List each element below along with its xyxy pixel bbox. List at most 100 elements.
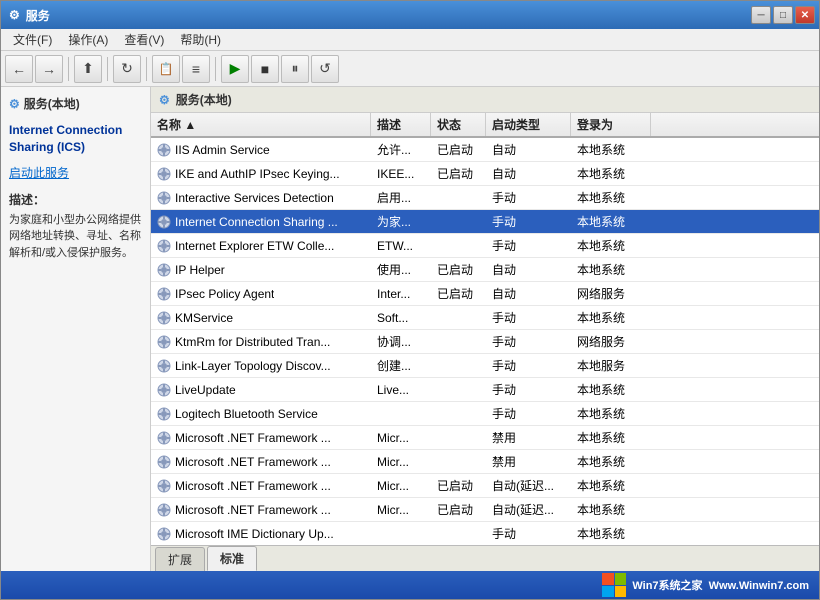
- table-row[interactable]: Internet Explorer ETW Colle...ETW...手动本地…: [151, 234, 819, 258]
- table-row[interactable]: Logitech Bluetooth Service手动本地系统: [151, 402, 819, 426]
- service-desc-cell: Soft...: [371, 306, 431, 329]
- bottom-tabs: 扩展 标准: [151, 545, 819, 571]
- table-row[interactable]: Interactive Services Detection启用...手动本地系…: [151, 186, 819, 210]
- service-icon: [157, 143, 171, 157]
- service-startup-cell: 自动: [486, 162, 571, 185]
- service-status-cell: [431, 306, 486, 329]
- service-name-text: Internet Explorer ETW Colle...: [175, 239, 334, 253]
- col-name[interactable]: 名称 ▲: [151, 113, 371, 136]
- service-status-cell: [431, 186, 486, 209]
- service-startup-cell: 自动(延迟...: [486, 474, 571, 497]
- service-desc-cell: [371, 522, 431, 545]
- col-logon[interactable]: 登录为: [571, 113, 651, 136]
- maximize-button[interactable]: □: [773, 6, 793, 24]
- table-row[interactable]: LiveUpdateLive...手动本地系统: [151, 378, 819, 402]
- service-icon: [157, 167, 171, 181]
- service-startup-cell: 自动: [486, 138, 571, 161]
- pause-button[interactable]: ⏸: [281, 55, 309, 83]
- title-bar-controls: ─ □ ✕: [751, 6, 815, 24]
- restart-button[interactable]: ↺: [311, 55, 339, 83]
- col-status[interactable]: 状态: [431, 113, 486, 136]
- back-button[interactable]: ←: [5, 55, 33, 83]
- service-status-cell: [431, 210, 486, 233]
- service-logon-cell: 本地系统: [571, 522, 651, 545]
- service-name-cell: Logitech Bluetooth Service: [151, 402, 371, 425]
- tab-standard[interactable]: 标准: [207, 546, 257, 571]
- service-name-cell: IPsec Policy Agent: [151, 282, 371, 305]
- service-logon-cell: 本地系统: [571, 258, 651, 281]
- table-body: IIS Admin Service允许...已启动自动本地系统 IKE and …: [151, 138, 819, 545]
- col-startup[interactable]: 启动类型: [486, 113, 571, 136]
- service-status-cell: [431, 234, 486, 257]
- export-button[interactable]: 📋: [152, 55, 180, 83]
- service-startup-cell: 自动: [486, 282, 571, 305]
- table-row[interactable]: KtmRm for Distributed Tran...协调...手动网络服务: [151, 330, 819, 354]
- service-desc-cell: ETW...: [371, 234, 431, 257]
- start-service-link[interactable]: 启动此服务: [9, 164, 142, 181]
- service-logon-cell: 本地系统: [571, 474, 651, 497]
- service-name-cell: Link-Layer Topology Discov...: [151, 354, 371, 377]
- refresh-button[interactable]: ↻: [113, 55, 141, 83]
- table-row[interactable]: IPsec Policy AgentInter...已启动自动网络服务: [151, 282, 819, 306]
- stop-button[interactable]: ■: [251, 55, 279, 83]
- service-name-text: IKE and AuthIP IPsec Keying...: [175, 167, 340, 181]
- service-icon: [157, 479, 171, 493]
- table-row[interactable]: Microsoft .NET Framework ...Micr...已启动自动…: [151, 498, 819, 522]
- table-row[interactable]: IKE and AuthIP IPsec Keying...IKEE...已启动…: [151, 162, 819, 186]
- service-status-cell: 已启动: [431, 282, 486, 305]
- service-name-cell: Internet Connection Sharing ...: [151, 210, 371, 233]
- menu-file[interactable]: 文件(F): [5, 29, 60, 50]
- list-button[interactable]: ≡: [182, 55, 210, 83]
- left-panel-title: 服务(本地): [24, 95, 80, 112]
- menu-bar: 文件(F) 操作(A) 查看(V) 帮助(H): [1, 29, 819, 51]
- service-logon-cell: 本地服务: [571, 354, 651, 377]
- minimize-button[interactable]: ─: [751, 6, 771, 24]
- left-panel-icon: ⚙: [9, 97, 20, 111]
- services-table[interactable]: 名称 ▲ 描述 状态 启动类型 登录为 IIS Admin Service允许.…: [151, 113, 819, 545]
- play-button[interactable]: ▶: [221, 55, 249, 83]
- service-logon-cell: 本地系统: [571, 138, 651, 161]
- table-row[interactable]: Microsoft .NET Framework ...Micr...禁用本地系…: [151, 426, 819, 450]
- tab-extended[interactable]: 扩展: [155, 547, 205, 571]
- service-startup-cell: 手动: [486, 378, 571, 401]
- service-desc-cell: Live...: [371, 378, 431, 401]
- service-startup-cell: 禁用: [486, 450, 571, 473]
- service-logon-cell: 网络服务: [571, 282, 651, 305]
- service-name-cell: LiveUpdate: [151, 378, 371, 401]
- table-row[interactable]: Microsoft IME Dictionary Up...手动本地系统: [151, 522, 819, 545]
- menu-view[interactable]: 查看(V): [116, 29, 172, 50]
- service-name-text: Microsoft .NET Framework ...: [175, 431, 331, 445]
- service-status-cell: [431, 354, 486, 377]
- window-icon: ⚙: [9, 8, 20, 22]
- table-row[interactable]: IP Helper使用...已启动自动本地系统: [151, 258, 819, 282]
- service-startup-cell: 手动: [486, 306, 571, 329]
- service-name-text: LiveUpdate: [175, 383, 236, 397]
- right-panel-title: 服务(本地): [176, 91, 232, 108]
- table-row[interactable]: Link-Layer Topology Discov...创建...手动本地服务: [151, 354, 819, 378]
- menu-action[interactable]: 操作(A): [60, 29, 116, 50]
- table-row[interactable]: Internet Connection Sharing ...为家...手动本地…: [151, 210, 819, 234]
- service-name-cell: KMService: [151, 306, 371, 329]
- service-startup-cell: 手动: [486, 330, 571, 353]
- col-desc[interactable]: 描述: [371, 113, 431, 136]
- close-button[interactable]: ✕: [795, 6, 815, 24]
- service-name-cell: Microsoft .NET Framework ...: [151, 426, 371, 449]
- win-logo: Win7系统之家 Www.Winwin7.com: [602, 573, 809, 597]
- service-desc-cell: 为家...: [371, 210, 431, 233]
- service-status-cell: 已启动: [431, 498, 486, 521]
- table-row[interactable]: Microsoft .NET Framework ...Micr...禁用本地系…: [151, 450, 819, 474]
- table-row[interactable]: Microsoft .NET Framework ...Micr...已启动自动…: [151, 474, 819, 498]
- service-icon: [157, 503, 171, 517]
- table-row[interactable]: IIS Admin Service允许...已启动自动本地系统: [151, 138, 819, 162]
- title-bar-title: ⚙ 服务: [9, 7, 50, 24]
- forward-button[interactable]: →: [35, 55, 63, 83]
- service-logon-cell: 本地系统: [571, 402, 651, 425]
- toolbar-separator-2: [107, 57, 108, 81]
- service-name-cell: IKE and AuthIP IPsec Keying...: [151, 162, 371, 185]
- up-button[interactable]: ⬆: [74, 55, 102, 83]
- title-bar: ⚙ 服务 ─ □ ✕: [1, 1, 819, 29]
- service-startup-cell: 手动: [486, 186, 571, 209]
- table-row[interactable]: KMServiceSoft...手动本地系统: [151, 306, 819, 330]
- service-logon-cell: 本地系统: [571, 162, 651, 185]
- menu-help[interactable]: 帮助(H): [172, 29, 229, 50]
